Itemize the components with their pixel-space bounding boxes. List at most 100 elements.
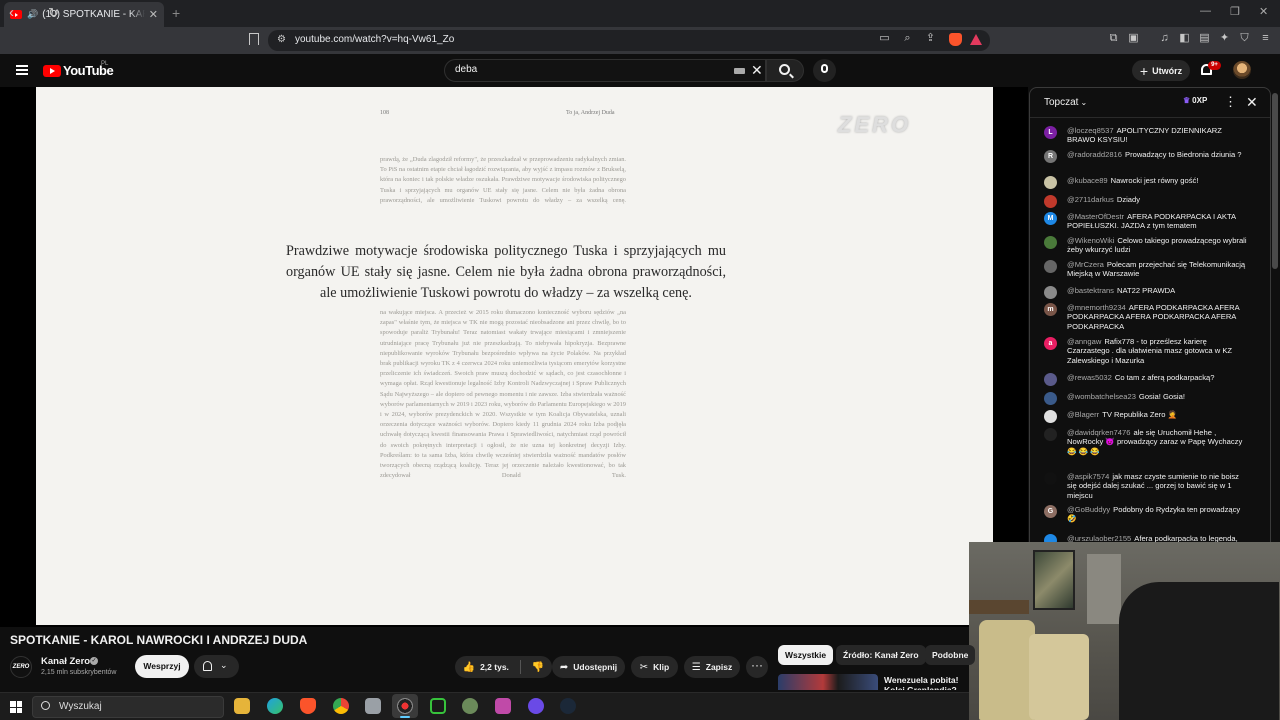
chat-mode-dropdown[interactable]: Topczat ⌄ xyxy=(1044,97,1087,108)
chat-author[interactable]: @WikenoWiki xyxy=(1067,236,1114,245)
share-button[interactable]: ➦ Udostępnij xyxy=(552,656,625,678)
save-label: Zapisz xyxy=(705,662,733,672)
notification-settings-button[interactable]: ⌄ xyxy=(194,655,239,678)
page-scrollbar[interactable] xyxy=(1272,93,1278,269)
hamburger-menu-icon[interactable] xyxy=(16,65,28,75)
keyboard-icon[interactable] xyxy=(734,68,745,74)
chat-author[interactable]: @aspik7574 xyxy=(1067,472,1109,481)
windows-start-icon[interactable] xyxy=(10,701,22,713)
microphone-icon[interactable] xyxy=(821,64,828,73)
chat-author[interactable]: @dawidqrken7476 xyxy=(1067,428,1130,437)
book-page-number: 108 xyxy=(380,110,389,116)
chat-avatar xyxy=(1044,428,1057,441)
brave-icon[interactable] xyxy=(300,698,316,714)
edge-icon[interactable] xyxy=(267,698,283,714)
brave-shields-icon[interactable] xyxy=(949,33,962,46)
channel-avatar[interactable]: ZERO xyxy=(10,656,32,678)
app-icon[interactable] xyxy=(462,698,478,714)
leo-ai-icon[interactable]: ✦ xyxy=(1218,32,1231,45)
thumbs-up-icon[interactable]: 👍 xyxy=(463,662,475,673)
close-window-icon[interactable]: ✕ xyxy=(1259,5,1268,18)
reload-icon[interactable]: ↻ xyxy=(48,5,59,21)
more-actions-button[interactable]: ··· xyxy=(746,656,768,678)
clip-button[interactable]: ✂ Klip xyxy=(631,656,678,678)
chip-source[interactable]: Źródło: Kanał Zero xyxy=(836,645,926,665)
chat-avatar: R xyxy=(1044,150,1057,163)
like-count[interactable]: 2,2 tys. xyxy=(480,662,509,672)
steam-icon[interactable] xyxy=(560,698,576,714)
chat-author[interactable]: @MrCzera xyxy=(1067,260,1104,269)
chat-more-options-icon[interactable]: ⋮ xyxy=(1224,94,1237,110)
account-avatar[interactable] xyxy=(1233,61,1251,79)
new-tab-button[interactable]: + xyxy=(172,5,180,21)
chat-author[interactable]: @anngaw xyxy=(1067,337,1101,346)
chat-mode-label: Topczat xyxy=(1044,97,1079,108)
restore-window-icon[interactable]: ❐ xyxy=(1230,5,1240,18)
clear-search-icon[interactable]: ✕ xyxy=(751,62,763,79)
search-input[interactable] xyxy=(444,59,766,82)
video-title: SPOTKANIE - KAROL NAWROCKI I ANDRZEJ DUD… xyxy=(10,633,308,647)
chat-author[interactable]: @radoradd2816 xyxy=(1067,150,1122,159)
obs-icon[interactable] xyxy=(397,698,413,714)
chat-author[interactable]: @Blagerr xyxy=(1067,410,1099,419)
youtube-logo-icon[interactable] xyxy=(43,65,61,77)
chat-author[interactable]: @bastektrans xyxy=(1067,286,1114,295)
discord-icon[interactable] xyxy=(528,698,544,714)
browser-tab[interactable]: 🔊 (10) SPOTKANIE - KAROL NAWROCKI I ANDR… xyxy=(4,2,164,27)
browser-menu-icon[interactable]: ≡ xyxy=(1259,32,1272,45)
screenshot-icon[interactable]: ▣ xyxy=(1127,32,1140,45)
webcam-overlay xyxy=(969,542,1280,720)
wallet-icon[interactable]: ▤ xyxy=(1198,32,1211,45)
chat-author[interactable]: @2711darkus xyxy=(1067,195,1114,204)
share-page-icon[interactable]: ⇪ xyxy=(924,32,937,45)
media-icon[interactable]: ♫ xyxy=(1158,32,1171,45)
zoom-icon[interactable]: ⌕ xyxy=(901,32,914,45)
cast-icon[interactable]: ▭ xyxy=(878,32,891,45)
chat-author[interactable]: @kubace89 xyxy=(1067,176,1108,185)
chat-close-icon[interactable]: ✕ xyxy=(1246,94,1258,111)
bookmark-icon[interactable] xyxy=(249,33,259,45)
search-icon[interactable] xyxy=(779,64,790,75)
app-icon[interactable] xyxy=(495,698,511,714)
chat-author[interactable]: @rewas5032 xyxy=(1067,373,1112,382)
chat-author[interactable]: @MasterOfDestr xyxy=(1067,212,1124,221)
create-button[interactable]: + Utwórz xyxy=(1132,60,1190,81)
chat-text: Gosia! Gosia! xyxy=(1138,392,1185,401)
chat-author[interactable]: @GoBuddyy xyxy=(1067,505,1110,514)
search-input-value[interactable]: deba xyxy=(455,64,477,75)
vpn-icon[interactable]: ⛉ xyxy=(1238,32,1251,45)
thumbs-down-icon[interactable]: 👎 xyxy=(532,662,544,673)
book-running-header: To ja, Andrzej Duda xyxy=(566,110,615,116)
recommended-video-title[interactable]: Wenezuela pobita! Kolej Grenlandia? Trum… xyxy=(884,675,970,690)
xp-badge[interactable]: ♛ 0XP xyxy=(1183,96,1207,105)
playlist-add-icon: ☰ xyxy=(691,661,701,673)
chat-author[interactable]: @wombatchelsea23 xyxy=(1067,392,1136,401)
brave-rewards-icon[interactable] xyxy=(970,34,982,45)
chat-author[interactable]: @mnemorth9234 xyxy=(1067,303,1126,312)
chrome-icon[interactable] xyxy=(333,698,349,714)
recommended-video-thumbnail[interactable] xyxy=(778,674,878,690)
chevron-down-icon: ⌄ xyxy=(220,660,228,670)
sidebar-icon[interactable]: ◧ xyxy=(1178,32,1191,45)
app-icon[interactable] xyxy=(365,698,381,714)
chat-avatar xyxy=(1044,373,1057,386)
extensions-icon[interactable]: ⧉ xyxy=(1107,32,1120,45)
chip-all[interactable]: Wszystkie xyxy=(778,645,834,665)
minimize-window-icon[interactable]: — xyxy=(1200,5,1211,17)
close-tab-icon[interactable]: ✕ xyxy=(149,8,158,21)
support-button[interactable]: Wesprzyj xyxy=(135,655,189,678)
webcam-shelf xyxy=(969,600,1029,614)
chat-author[interactable]: @loczeq8537 xyxy=(1067,126,1114,135)
forward-icon[interactable]: › xyxy=(30,5,35,21)
site-info-icon[interactable]: ⚙ xyxy=(277,34,286,45)
file-explorer-icon[interactable] xyxy=(234,698,250,714)
back-icon[interactable]: ‹ xyxy=(9,5,14,21)
channel-name[interactable]: Kanał Zero xyxy=(41,656,90,667)
url-text[interactable]: youtube.com/watch?v=hq-Vw61_Zo xyxy=(295,34,454,45)
taskbar-search-label[interactable]: Wyszukaj xyxy=(59,701,102,712)
terminal-icon[interactable] xyxy=(430,698,446,714)
save-button[interactable]: ☰ Zapisz xyxy=(684,656,740,678)
chat-message: R @radoradd2816 Prowadzący to Biedronia dz… xyxy=(1044,150,1249,163)
chat-message: @rewas5032 Co tam z aferą podkarpacką? xyxy=(1044,373,1249,386)
chip-related[interactable]: Podobne xyxy=(925,645,976,665)
